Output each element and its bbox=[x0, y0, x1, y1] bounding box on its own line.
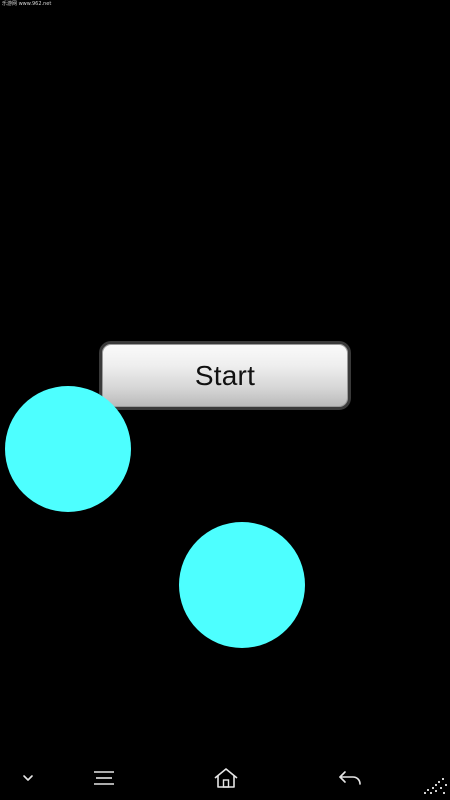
watermark-text: 乐游网 www.962.net bbox=[2, 1, 52, 7]
nav-menu-button[interactable] bbox=[90, 764, 118, 792]
cyan-ball bbox=[179, 522, 305, 648]
system-navigation-bar bbox=[0, 756, 450, 800]
nav-collapse-button[interactable] bbox=[14, 764, 42, 792]
back-icon bbox=[339, 771, 361, 785]
nav-back-button[interactable] bbox=[336, 764, 364, 792]
start-button-label: Start bbox=[194, 359, 256, 391]
start-button[interactable]: Start bbox=[99, 341, 351, 410]
cyan-ball bbox=[5, 386, 131, 512]
pixel-art-icon bbox=[424, 778, 447, 794]
game-canvas[interactable]: 乐游网 www.962.net Start bbox=[0, 0, 450, 756]
menu-icon bbox=[94, 771, 114, 785]
nav-home-button[interactable] bbox=[212, 764, 240, 792]
chevron-down-icon bbox=[23, 775, 33, 781]
home-icon bbox=[214, 768, 238, 788]
